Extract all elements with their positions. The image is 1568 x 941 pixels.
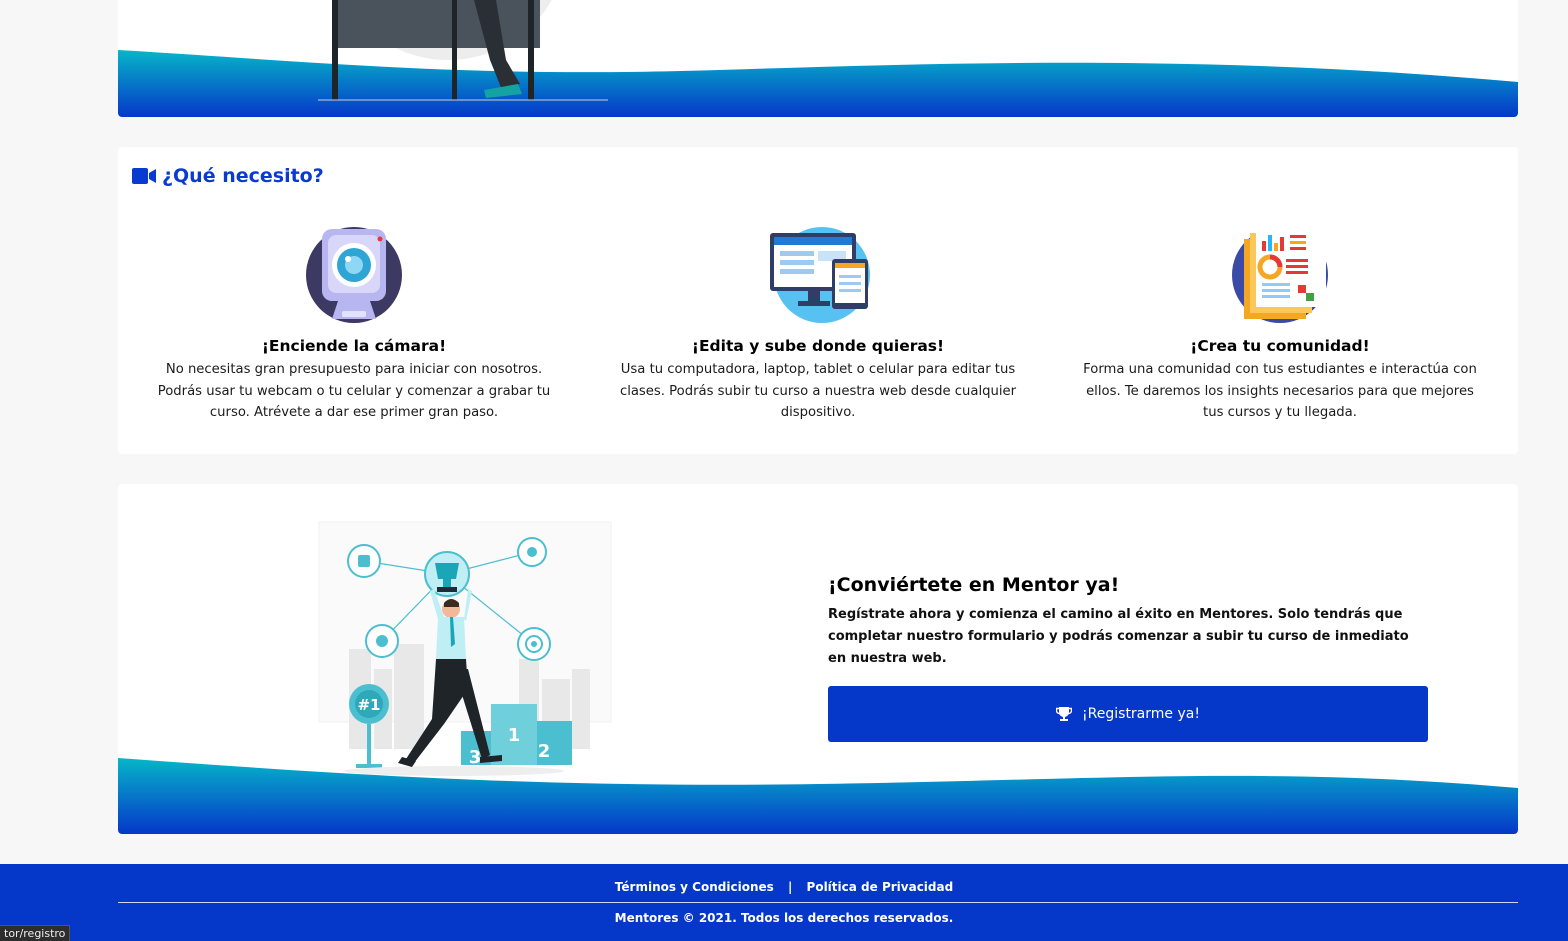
feature-devices-text: Usa tu computadora, laptop, tablet o cel…	[619, 362, 1017, 420]
requirements-heading: ¿Qué necesito?	[132, 165, 324, 187]
feature-community-text: Forma una comunidad con tus estudiantes …	[1083, 362, 1477, 420]
video-camera-icon	[132, 168, 156, 184]
footer: Términos y Condiciones | Política de Pri…	[0, 864, 1568, 941]
register-button[interactable]: ¡Registrarme ya!	[828, 686, 1428, 742]
footer-links: Términos y Condiciones | Política de Pri…	[0, 880, 1568, 894]
devices-illustration	[766, 223, 870, 327]
feature-community: ¡Crea tu comunidad! Forma una comunidad …	[1060, 223, 1500, 424]
footer-divider	[118, 902, 1518, 903]
privacy-link[interactable]: Política de Privacidad	[807, 880, 954, 894]
become-mentor-section: #1 1 2 3 ¡Conviértete en Mentor ya! Regí…	[118, 484, 1518, 834]
feature-community-title: ¡Crea tu comunidad!	[1190, 337, 1370, 355]
browser-status-url: tor/registro	[0, 925, 71, 941]
cta-title: ¡Conviértete en Mentor ya!	[828, 574, 1120, 596]
register-button-label: ¡Registrarme ya!	[1082, 706, 1200, 722]
feature-devices: ¡Edita y sube donde quieras! Usa tu comp…	[598, 223, 1038, 424]
trophy-icon	[1056, 707, 1073, 721]
hero-illustration	[118, 0, 1518, 117]
feature-camera-text: No necesitas gran presupuesto para inici…	[157, 362, 551, 420]
feature-camera-title: ¡Enciende la cámara!	[261, 337, 447, 355]
terms-link[interactable]: Términos y Condiciones	[615, 880, 774, 894]
podium-label-2: 2	[538, 741, 551, 762]
copyright-text: Mentores © 2021. Todos los derechos rese…	[614, 911, 954, 925]
requirements-section: ¿Qué necesito? ¡Enciende la cámara! No n…	[118, 147, 1518, 454]
requirements-title: ¿Qué necesito?	[162, 165, 324, 187]
feature-devices-title: ¡Edita y sube donde quieras!	[691, 337, 945, 355]
analytics-illustration	[1228, 223, 1332, 327]
rank-badge-label: #1	[357, 696, 380, 714]
footer-separator: |	[787, 880, 793, 894]
podium-label-1: 1	[508, 725, 521, 746]
hero-banner-bottom	[118, 0, 1518, 117]
cta-content: ¡Conviértete en Mentor ya! Regístrate ah…	[828, 574, 1428, 742]
cta-description: Regístrate ahora y comienza el camino al…	[828, 607, 1409, 666]
winner-illustration: #1 1 2 3	[318, 521, 612, 776]
webcam-illustration	[302, 223, 406, 327]
feature-camera: ¡Enciende la cámara! No necesitas gran p…	[134, 223, 574, 424]
